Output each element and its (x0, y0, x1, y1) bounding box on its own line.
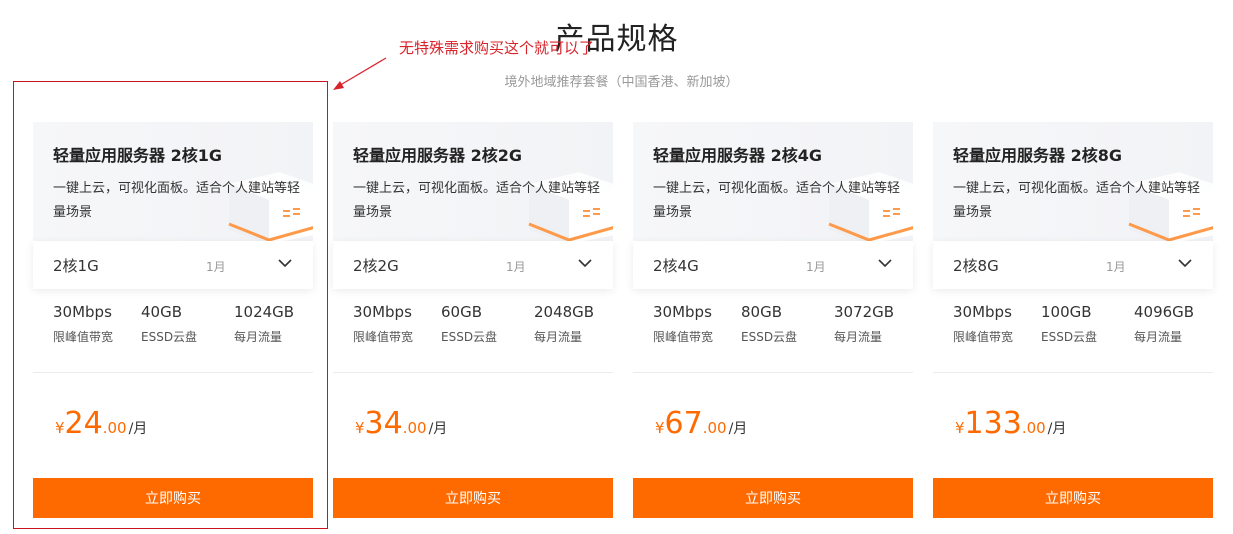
price-integer: 34 (364, 406, 403, 441)
traffic-label: 每月流量 (234, 330, 283, 344)
price-decimal: .00 (1021, 419, 1046, 437)
price-integer: 133 (964, 406, 1022, 441)
disk-label: ESSD云盘 (441, 330, 498, 344)
price-unit: /月 (428, 421, 448, 437)
spec-dropdown[interactable]: 2核4G 1月 (633, 241, 913, 289)
disk-value: 100GB (1041, 303, 1092, 321)
card-header: 轻量应用服务器 2核4G 一键上云，可视化面板。适合个人建站等轻量场景 (633, 122, 913, 242)
traffic-value: 4096GB (1134, 303, 1195, 321)
metric-disk: 60GB ESSD云盘 (441, 303, 497, 345)
metric-disk: 80GB ESSD云盘 (741, 303, 797, 345)
price: ¥34.00/月 (355, 406, 447, 441)
billing-period: 1月 (1106, 260, 1126, 274)
chevron-down-icon (878, 259, 892, 268)
card-title: 轻量应用服务器 2核8G (953, 146, 1122, 165)
currency-symbol: ¥ (355, 419, 365, 437)
card-title: 轻量应用服务器 2核4G (653, 146, 822, 165)
chevron-down-icon (1178, 259, 1192, 268)
price-integer: 67 (664, 406, 703, 441)
price-unit: /月 (1047, 421, 1067, 437)
traffic-label: 每月流量 (1134, 330, 1183, 344)
buy-now-button[interactable]: 立即购买 (633, 478, 913, 518)
spec-dropdown[interactable]: 2核1G 1月 (33, 241, 313, 289)
currency-symbol: ¥ (55, 419, 65, 437)
bandwidth-label: 限峰值带宽 (53, 330, 114, 344)
metric-traffic: 3072GB 每月流量 (834, 303, 894, 345)
divider (933, 372, 1213, 373)
metric-disk: 100GB ESSD云盘 (1041, 303, 1097, 345)
price: ¥67.00/月 (655, 406, 747, 441)
card-header: 轻量应用服务器 2核8G 一键上云，可视化面板。适合个人建站等轻量场景 (933, 122, 1213, 242)
traffic-value: 2048GB (534, 303, 595, 321)
card-title: 轻量应用服务器 2核1G (53, 146, 222, 165)
metric-disk: 40GB ESSD云盘 (141, 303, 197, 345)
disk-value: 80GB (741, 303, 783, 321)
product-card-2c4g: 轻量应用服务器 2核4G 一键上云，可视化面板。适合个人建站等轻量场景 2核4G… (633, 122, 913, 518)
card-description: 一键上云，可视化面板。适合个人建站等轻量场景 (353, 181, 601, 220)
divider (33, 372, 313, 373)
disk-label: ESSD云盘 (1041, 330, 1098, 344)
metric-bandwidth: 30Mbps 限峰值带宽 (53, 303, 113, 345)
card-description: 一键上云，可视化面板。适合个人建站等轻量场景 (653, 181, 901, 220)
bandwidth-value: 30Mbps (953, 303, 1012, 321)
card-header: 轻量应用服务器 2核2G 一键上云，可视化面板。适合个人建站等轻量场景 (333, 122, 613, 242)
buy-now-button[interactable]: 立即购买 (333, 478, 613, 518)
billing-period: 1月 (806, 260, 826, 274)
bandwidth-label: 限峰值带宽 (653, 330, 714, 344)
chevron-down-icon (278, 259, 292, 268)
bandwidth-label: 限峰值带宽 (953, 330, 1014, 344)
chevron-down-icon (578, 259, 592, 268)
bandwidth-label: 限峰值带宽 (353, 330, 414, 344)
spec-selected-value: 2核1G (53, 257, 99, 275)
metric-bandwidth: 30Mbps 限峰值带宽 (353, 303, 413, 345)
price: ¥24.00/月 (55, 406, 147, 441)
traffic-value: 3072GB (834, 303, 895, 321)
product-card-2c1g: 轻量应用服务器 2核1G 一键上云，可视化面板。适合个人建站等轻量场景 2核1G… (33, 122, 313, 518)
metric-traffic: 2048GB 每月流量 (534, 303, 594, 345)
currency-symbol: ¥ (655, 419, 665, 437)
bandwidth-value: 30Mbps (353, 303, 412, 321)
price-decimal: .00 (702, 419, 727, 437)
card-header: 轻量应用服务器 2核1G 一键上云，可视化面板。适合个人建站等轻量场景 (33, 122, 313, 242)
buy-now-button[interactable]: 立即购买 (33, 478, 313, 518)
traffic-label: 每月流量 (534, 330, 583, 344)
buy-now-button[interactable]: 立即购买 (933, 478, 1213, 518)
product-card-2c2g: 轻量应用服务器 2核2G 一键上云，可视化面板。适合个人建站等轻量场景 2核2G… (333, 122, 613, 518)
price-decimal: .00 (402, 419, 427, 437)
spec-selected-value: 2核4G (653, 257, 699, 275)
price-decimal: .00 (102, 419, 127, 437)
metric-traffic: 4096GB 每月流量 (1134, 303, 1194, 345)
card-title: 轻量应用服务器 2核2G (353, 146, 522, 165)
price-unit: /月 (128, 421, 148, 437)
bandwidth-value: 30Mbps (653, 303, 712, 321)
disk-label: ESSD云盘 (741, 330, 798, 344)
disk-value: 40GB (141, 303, 183, 321)
bandwidth-value: 30Mbps (53, 303, 112, 321)
disk-label: ESSD云盘 (141, 330, 198, 344)
price-integer: 24 (64, 406, 103, 441)
spec-selected-value: 2核2G (353, 257, 399, 275)
metric-bandwidth: 30Mbps 限峰值带宽 (953, 303, 1013, 345)
price: ¥133.00/月 (955, 406, 1066, 441)
metric-bandwidth: 30Mbps 限峰值带宽 (653, 303, 713, 345)
billing-period: 1月 (506, 260, 526, 274)
card-description: 一键上云，可视化面板。适合个人建站等轻量场景 (953, 181, 1201, 220)
product-card-2c8g: 轻量应用服务器 2核8G 一键上云，可视化面板。适合个人建站等轻量场景 2核8G… (933, 122, 1213, 518)
spec-dropdown[interactable]: 2核2G 1月 (333, 241, 613, 289)
divider (333, 372, 613, 373)
divider (633, 372, 913, 373)
metric-traffic: 1024GB 每月流量 (234, 303, 294, 345)
disk-value: 60GB (441, 303, 483, 321)
billing-period: 1月 (206, 260, 226, 274)
price-unit: /月 (728, 421, 748, 437)
traffic-value: 1024GB (234, 303, 295, 321)
annotation-note: 无特殊需求购买这个就可以了 (399, 39, 595, 57)
traffic-label: 每月流量 (834, 330, 883, 344)
card-description: 一键上云，可视化面板。适合个人建站等轻量场景 (53, 181, 301, 220)
currency-symbol: ¥ (955, 419, 965, 437)
spec-selected-value: 2核8G (953, 257, 999, 275)
spec-dropdown[interactable]: 2核8G 1月 (933, 241, 1213, 289)
